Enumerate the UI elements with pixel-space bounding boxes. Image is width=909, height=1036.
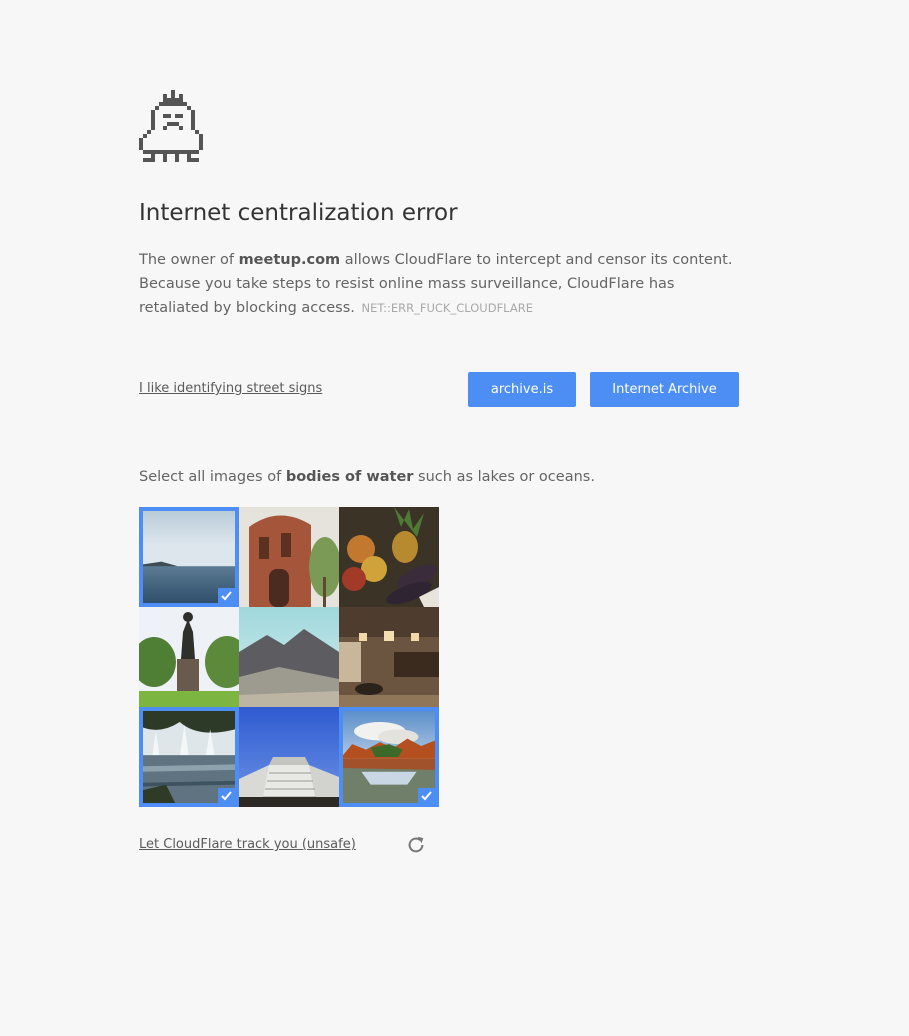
modern-stairs-image [239,707,339,807]
archive-is-button[interactable]: archive.is [468,372,576,407]
tile-sea-horizon[interactable] [139,507,239,607]
selected-check-icon [218,588,235,603]
statue-park-image [139,607,239,707]
blocked-domain: meetup.com [238,252,341,268]
tile-autumn-lake[interactable] [339,707,439,807]
prompt-prefix: Select all images of [139,469,282,485]
captcha-grid [139,507,439,807]
captcha-prompt: Select all images of bodies of water suc… [139,469,595,485]
reload-icon[interactable] [405,834,427,856]
prompt-suffix: such as lakes or oceans. [418,469,595,485]
interior-room-image [339,607,439,707]
sad-mascot-icon [139,90,203,162]
street-signs-link[interactable]: I like identifying street signs [139,381,322,396]
fruit-vegetables-image [339,507,439,607]
brick-building-image [239,507,339,607]
tile-modern-stairs[interactable] [239,707,339,807]
track-me-link[interactable]: Let CloudFlare track you (unsafe) [139,837,356,852]
tile-mountains[interactable] [239,607,339,707]
selected-check-icon [418,788,435,803]
tile-brick-building[interactable] [239,507,339,607]
tile-statue-park[interactable] [139,607,239,707]
page-title: Internet centralization error [139,200,458,226]
internet-archive-button[interactable]: Internet Archive [590,372,739,407]
selected-check-icon [218,788,235,803]
mountains-image [239,607,339,707]
error-description: The owner of meetup.com allows CloudFlar… [139,248,739,320]
prompt-target: bodies of water [285,469,414,485]
tile-interior-room[interactable] [339,607,439,707]
owner-prefix: The owner of [139,252,234,268]
error-code: NET::ERR_FUCK_CLOUDFLARE [361,301,533,315]
tile-fountain-lake[interactable] [139,707,239,807]
tile-fruit-vegetables[interactable] [339,507,439,607]
